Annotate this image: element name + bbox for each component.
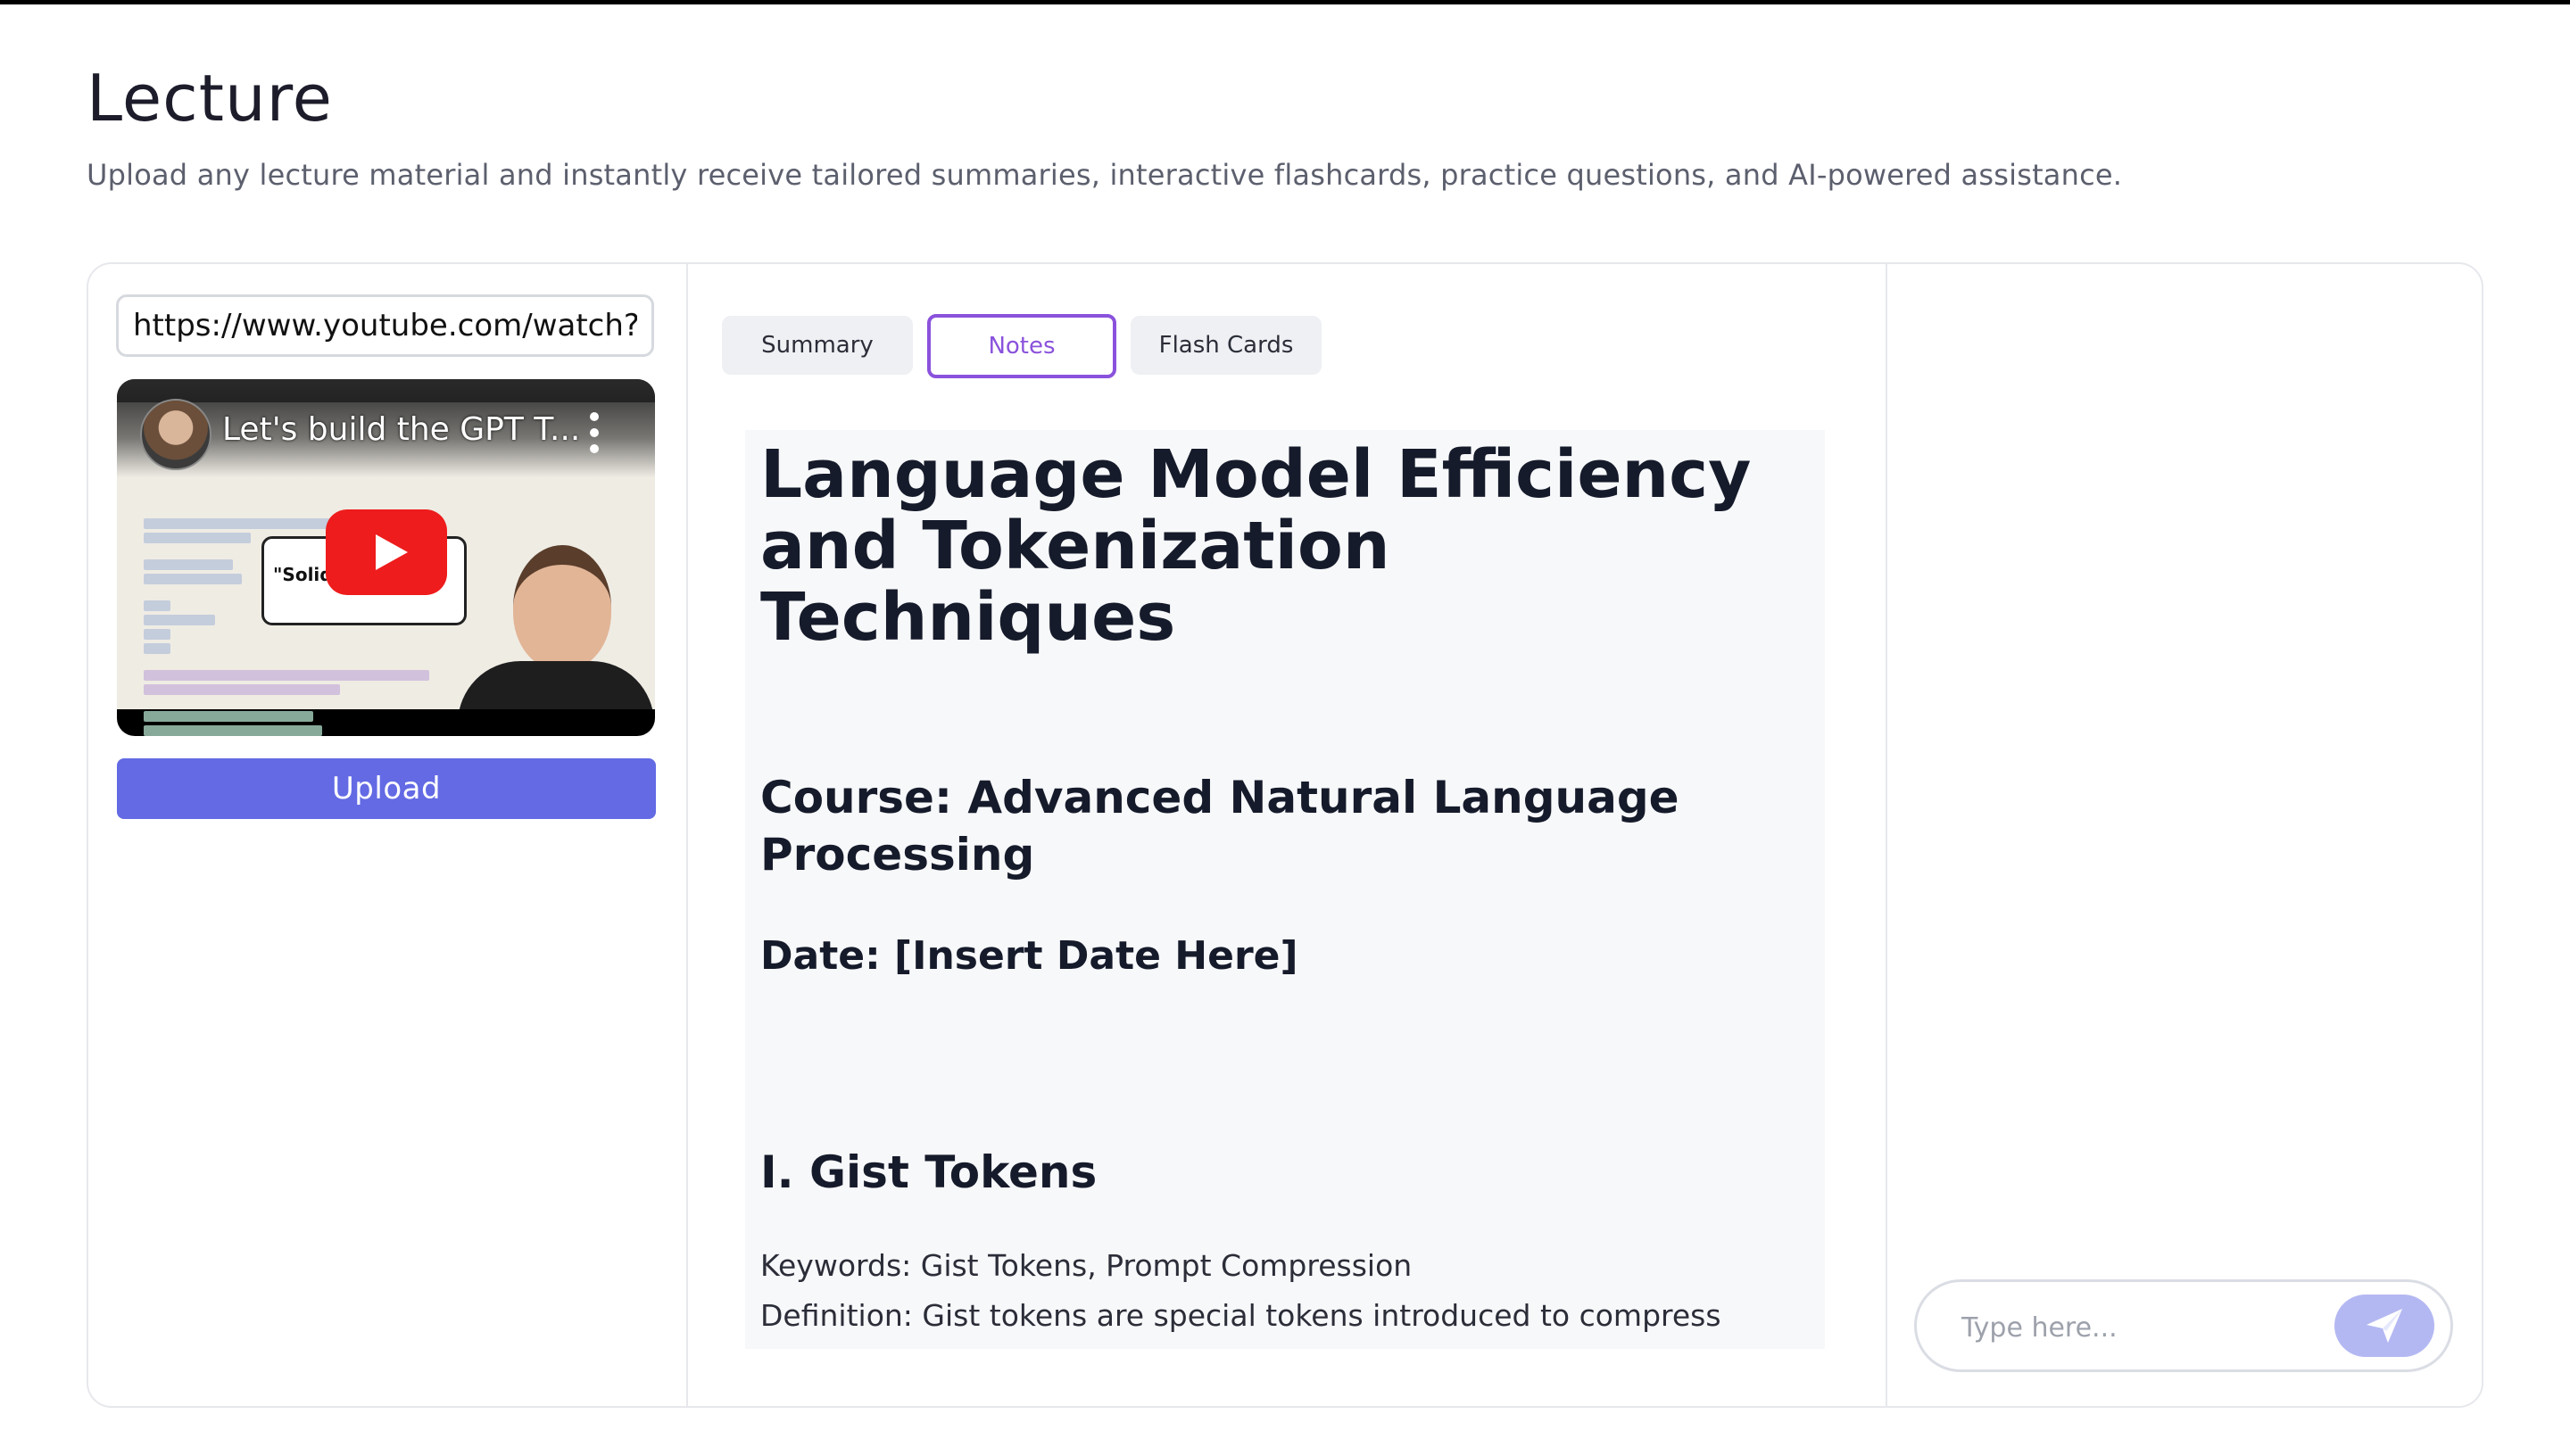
paper-plane-icon	[2367, 1309, 2402, 1343]
content-panel: Summary Notes Flash Cards Language Model…	[686, 264, 1887, 1406]
video-player[interactable]: "Solid Let's build the GPT T...	[117, 379, 655, 736]
notes-course: Course: Advanced Natural Language Proces…	[760, 772, 1679, 881]
kebab-menu-icon[interactable]	[581, 406, 608, 459]
chat-input[interactable]	[1960, 1303, 2320, 1352]
send-button[interactable]	[2334, 1295, 2434, 1357]
video-title[interactable]: Let's build the GPT T...	[222, 411, 580, 448]
channel-avatar[interactable]	[140, 399, 211, 470]
notes-document[interactable]: Language Model Efficiency and Tokenizati…	[745, 430, 1825, 1349]
notes-keywords: Keywords: Gist Tokens, Prompt Compressio…	[760, 1248, 1413, 1283]
bubble-text: "Solid	[273, 564, 333, 585]
chat-panel	[1886, 264, 2482, 1406]
notes-heading: Language Model Efficiency and Tokenizati…	[760, 436, 1752, 656]
notes-section-heading: I. Gist Tokens	[760, 1146, 1098, 1198]
tab-flash-cards[interactable]: Flash Cards	[1131, 316, 1322, 375]
notes-date: Date: [Insert Date Here]	[760, 933, 1298, 979]
youtube-play-icon	[376, 534, 408, 570]
youtube-play-button[interactable]	[326, 509, 447, 595]
source-panel: "Solid Let's build the GPT T...	[88, 264, 688, 1406]
upload-button[interactable]: Upload	[117, 758, 656, 819]
notes-definition: Definition: Gist tokens are special toke…	[760, 1298, 1721, 1333]
tab-summary[interactable]: Summary	[722, 316, 913, 375]
video-header: Let's build the GPT T...	[117, 379, 655, 477]
video-url-input[interactable]	[116, 294, 654, 357]
lecture-workspace: "Solid Let's build the GPT T...	[87, 262, 2483, 1408]
presenter-image	[449, 527, 655, 709]
top-border	[0, 0, 2570, 4]
tab-notes[interactable]: Notes	[927, 314, 1116, 378]
page-title: Lecture	[87, 61, 333, 136]
page-subtitle: Upload any lecture material and instantl…	[87, 158, 2123, 192]
chat-input-box	[1914, 1279, 2453, 1372]
